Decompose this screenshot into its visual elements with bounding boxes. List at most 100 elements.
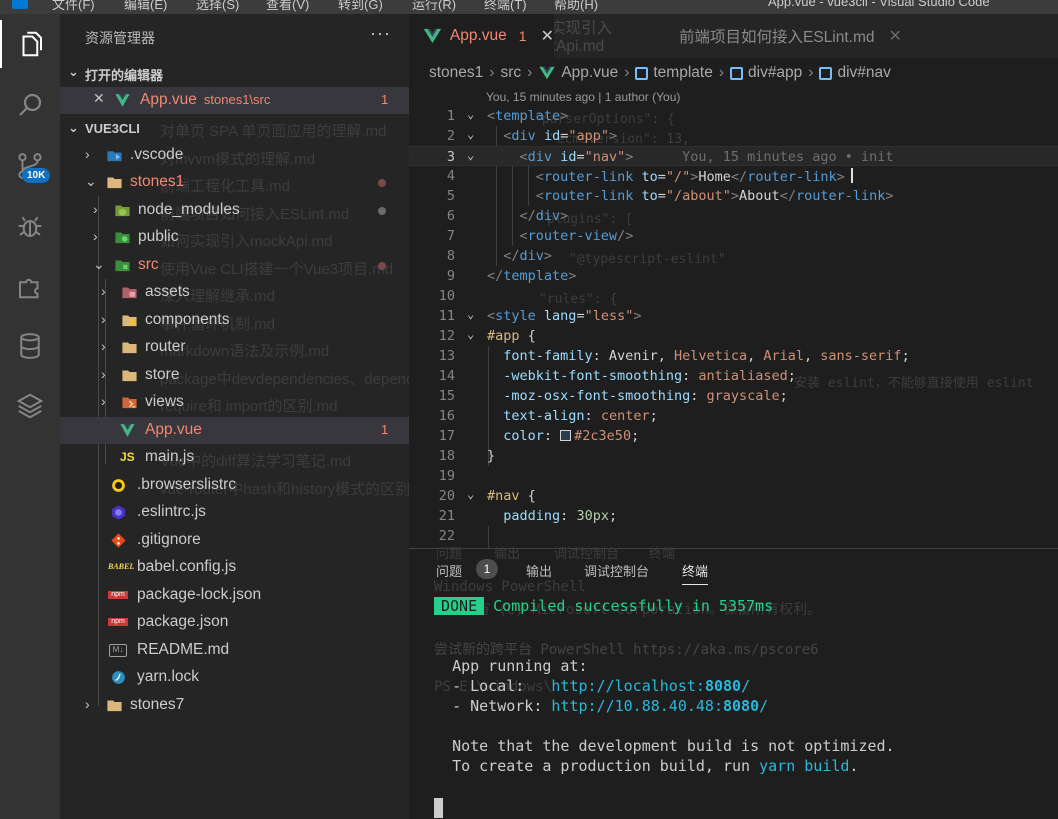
open-editor-item[interactable]: ✕ App.vue stones1\src 1: [60, 87, 409, 114]
local-url-link[interactable]: http://localhost:8080/: [551, 677, 750, 695]
public-folder-icon: [115, 232, 130, 244]
ghost-text: 尝试新的跨平台 PowerShell https://aka.ms/pscore…: [434, 642, 819, 658]
git-codelens[interactable]: You, 15 minutes ago | 1 author (You): [486, 90, 680, 104]
workspace-header[interactable]: ⌄ VUE3CLI: [60, 117, 409, 141]
code-line: 4 <router-link to="/">Home</router-link>: [409, 166, 1058, 186]
panel-tabs: 问题 1 输出 调试控制台 终端: [409, 559, 1058, 585]
vue-file-icon: [120, 424, 135, 437]
close-tab-icon[interactable]: ✕: [889, 26, 902, 46]
source-control-icon[interactable]: 10K: [0, 142, 60, 190]
menu-help[interactable]: 帮助(H): [554, 0, 598, 13]
code-line: 19: [438, 468, 455, 484]
modified-dot: [378, 207, 386, 215]
tree-item-stones1[interactable]: ⌄ stones1: [60, 169, 409, 196]
debug-icon[interactable]: [0, 202, 60, 250]
code-line: 22: [438, 528, 455, 544]
tree-item-readme[interactable]: M↓ README.md: [60, 637, 409, 664]
code-line: 14 -webkit-font-smoothing: antialiased;: [438, 368, 796, 384]
breadcrumb-item[interactable]: App.vue: [561, 64, 618, 82]
tree-item-main-js[interactable]: JS main.js: [60, 444, 409, 471]
code-line: 8 </div>: [446, 248, 553, 264]
tree-item-public[interactable]: › public: [60, 224, 409, 251]
chevron-right-icon: ›: [93, 201, 98, 217]
tree-item-browserslistrc[interactable]: .browserslistrc: [60, 472, 409, 499]
chevron-down-icon: ⌄: [93, 256, 105, 272]
close-icon[interactable]: ✕: [93, 90, 105, 107]
chevron-right-icon: ›: [101, 338, 106, 354]
breadcrumb-item[interactable]: div#nav: [837, 64, 890, 82]
element-icon: [635, 66, 649, 80]
dev-build-note: Note that the development build is not o…: [452, 737, 895, 755]
breadcrumb-item[interactable]: stones1: [429, 64, 483, 82]
tree-item-vscode[interactable]: › .vscode: [60, 142, 409, 169]
modified-dot: [378, 262, 386, 270]
tab-debug-console[interactable]: 调试控制台: [584, 561, 649, 580]
window-title: App.vue - vue3cli - Visual Studio Code: [768, 0, 990, 9]
yarn-build-command: yarn build: [759, 757, 850, 775]
menu-edit[interactable]: 编辑(E): [124, 0, 167, 13]
vscode-folder-icon: [107, 151, 122, 162]
tree-item-assets[interactable]: › assets: [60, 279, 409, 306]
tree-item-components[interactable]: › components: [60, 307, 409, 334]
open-editor-name: App.vue stones1\src: [140, 91, 271, 108]
close-tab-icon[interactable]: ✕: [541, 26, 554, 46]
tree-item-router[interactable]: › router: [60, 334, 409, 361]
tree-item-src[interactable]: ⌄ src: [60, 252, 409, 279]
tree-item-node-modules[interactable]: › node_modules: [60, 197, 409, 224]
extensions-icon[interactable]: [0, 262, 60, 310]
chevron-right-icon: ›: [93, 228, 98, 244]
explorer-icon[interactable]: [0, 20, 60, 68]
search-icon[interactable]: [0, 81, 60, 129]
tree-item-eslintrc[interactable]: .eslintrc.js: [60, 499, 409, 526]
chevron-right-icon: ›: [101, 283, 106, 299]
vscode-logo-icon: [12, 0, 28, 9]
chevron-right-icon: ›: [101, 393, 106, 409]
tree-item-package-lock[interactable]: npm package-lock.json: [60, 582, 409, 609]
code-line: 16 text-align: center;: [438, 408, 658, 424]
breadcrumb-item[interactable]: template: [653, 64, 712, 82]
code-line: 17 color: #2c3e50;: [438, 428, 640, 444]
tree-item-views[interactable]: › views: [60, 389, 409, 416]
app-running-text: App running at:: [452, 657, 588, 675]
more-actions-icon[interactable]: ···: [370, 23, 391, 44]
markdown-icon: M↓: [109, 644, 127, 657]
tree-item-babel-config[interactable]: BABEL babel.config.js: [60, 554, 409, 581]
tree-item-package-json[interactable]: npm package.json: [60, 609, 409, 636]
code-line: 15 -moz-osx-font-smoothing: grayscale;: [438, 388, 788, 404]
folder-icon: [122, 370, 137, 382]
assets-folder-icon: [122, 287, 137, 299]
chevron-right-icon: ›: [85, 146, 90, 162]
database-icon[interactable]: [0, 322, 60, 370]
layers-icon[interactable]: [0, 382, 60, 430]
code-line: 7 <router-view/>: [446, 228, 634, 244]
color-swatch[interactable]: [560, 430, 572, 441]
tab-problems[interactable]: 问题: [436, 561, 462, 580]
menu-go[interactable]: 转到(G): [338, 0, 383, 13]
tree-item-store[interactable]: › store: [60, 362, 409, 389]
npm-icon: npm: [108, 591, 128, 599]
vue-file-icon: [539, 66, 556, 80]
tree-item-stones7[interactable]: › stones7: [60, 692, 409, 719]
npm-icon: npm: [108, 618, 128, 626]
menu-selection[interactable]: 选择(S): [196, 0, 239, 13]
network-url-link[interactable]: http://10.88.40.48:8080/: [551, 697, 768, 715]
tab-eslint-md[interactable]: 前端项目如何接入ESLint.md ✕: [654, 14, 914, 58]
tree-item-app-vue[interactable]: App.vue 1: [60, 417, 409, 444]
tree-item-yarn-lock[interactable]: yarn.lock: [60, 664, 409, 691]
menu-file[interactable]: 文件(F): [52, 0, 95, 13]
menu-view[interactable]: 查看(V): [266, 0, 309, 13]
sidebar-title: 资源管理器: [85, 30, 155, 46]
breadcrumb-item[interactable]: src: [500, 64, 521, 82]
breadcrumb-item[interactable]: div#app: [748, 64, 802, 82]
menu-terminal[interactable]: 终端(T): [484, 0, 527, 13]
problem-count: 1: [381, 92, 389, 107]
views-folder-icon: [122, 397, 137, 409]
code-line: 9 </template>: [446, 268, 577, 284]
menu-run[interactable]: 运行(R): [412, 0, 456, 13]
tab-output[interactable]: 输出: [526, 561, 552, 580]
tab-app-vue[interactable]: App.vue 1 ✕: [409, 14, 554, 58]
bottom-panel: 问题 1 输出 调试控制台 终端 问题 输出 调试控制台 终端 Windows …: [409, 546, 1058, 819]
tab-terminal[interactable]: 终端: [682, 561, 709, 585]
open-editors-header[interactable]: ⌄ 打开的编辑器: [60, 61, 409, 85]
tree-item-gitignore[interactable]: .gitignore: [60, 527, 409, 554]
